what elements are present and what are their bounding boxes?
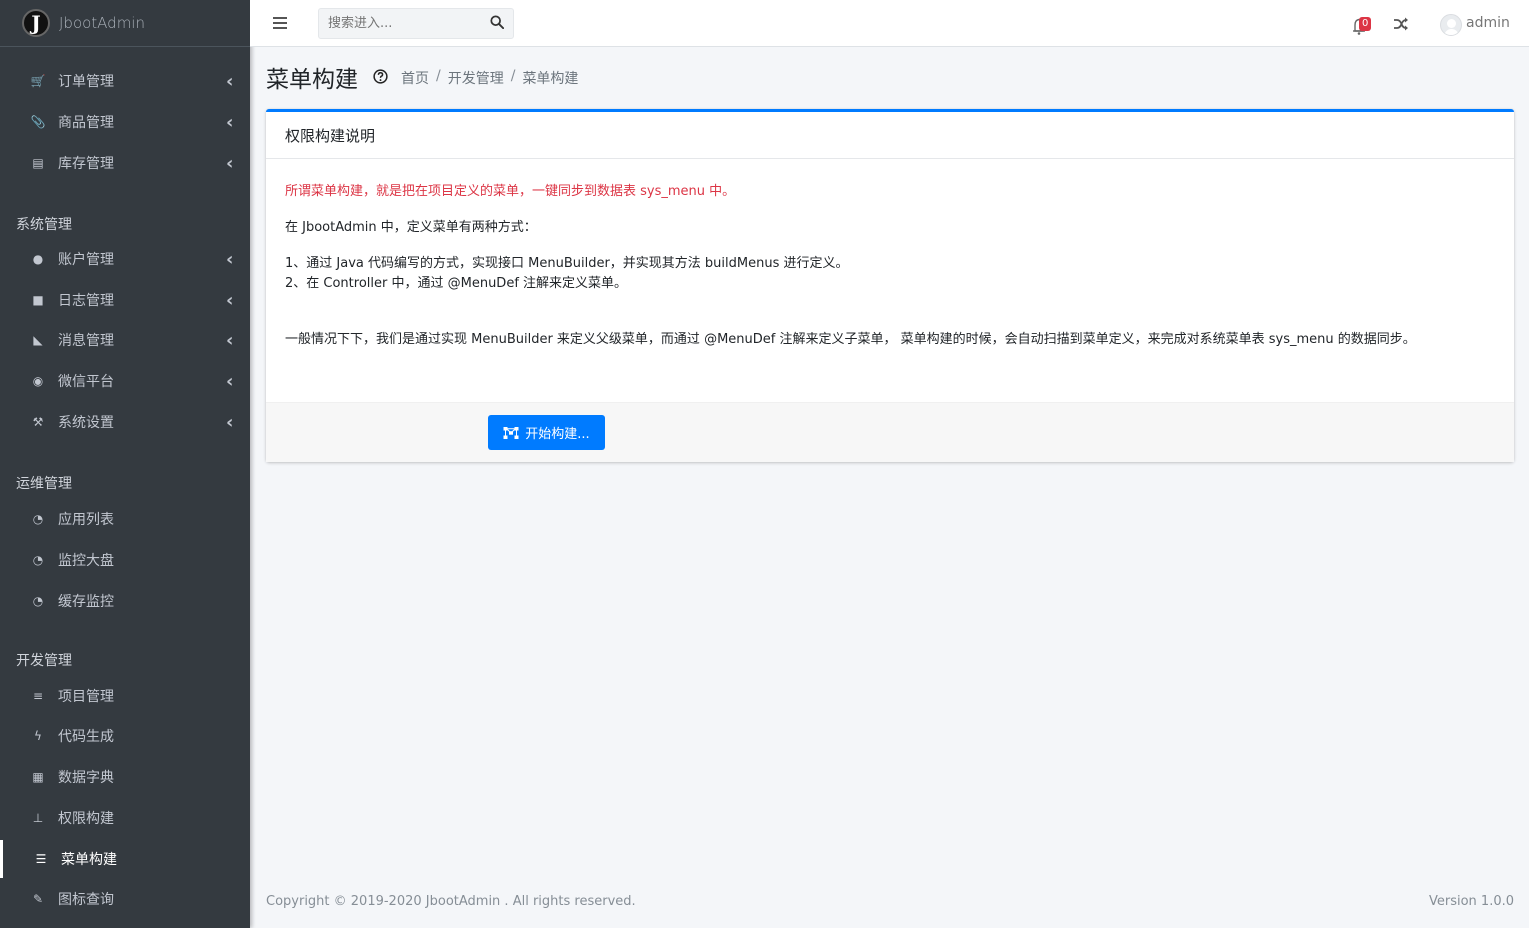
search-input[interactable] bbox=[319, 9, 484, 38]
warehouse-icon: ▤ bbox=[32, 156, 44, 170]
bullhorn-icon: ◣ bbox=[33, 333, 43, 347]
sidebar-item-label: 账户管理 bbox=[58, 252, 114, 268]
chevron-left-icon: ‹ bbox=[226, 289, 234, 311]
sidebar-item-label: 项目管理 bbox=[58, 689, 114, 705]
topbar: 0 admin bbox=[250, 0, 1529, 47]
grid-icon: ▦ bbox=[32, 770, 44, 784]
sidebar-item[interactable]: ☰ 菜单构建 bbox=[0, 840, 250, 878]
user-icon: ● bbox=[32, 252, 44, 266]
card-title: 权限构建说明 bbox=[266, 112, 1514, 159]
sidebar-item[interactable]: ◔ 应用列表 bbox=[0, 500, 250, 538]
sidebar-item[interactable]: ◉ 微信平台 ‹ bbox=[0, 362, 250, 400]
sidebar-item-label: 菜单构建 bbox=[61, 852, 117, 868]
breadcrumb-dev[interactable]: 开发管理 bbox=[448, 68, 504, 88]
database-icon: ≡ bbox=[32, 689, 44, 703]
sidebar-item[interactable]: ≡ 项目管理 bbox=[0, 677, 250, 715]
chevron-left-icon: ‹ bbox=[226, 329, 234, 351]
sidebar-item[interactable]: ✎ 图标查询 bbox=[0, 880, 250, 918]
sidebar: J JbootAdmin 🛒 订单管理 ‹ 📎 商品管理 ‹ ▤ 库存管理 ‹ ● 账户管理 ‹ ■ 日志… bbox=[0, 0, 250, 928]
sidebar-item[interactable]: ϟ 代码生成 bbox=[0, 717, 250, 755]
notification-badge: 0 bbox=[1359, 17, 1372, 31]
sidebar-item[interactable]: ● 账户管理 ‹ bbox=[0, 240, 250, 278]
sidebar-item[interactable]: 🛒 订单管理 ‹ bbox=[0, 62, 250, 100]
summary-text: 一般情况下下，我们是通过实现 MenuBuilder 来定义父级菜单，而通过 @… bbox=[285, 332, 1416, 347]
breadcrumb: 首页 / 开发管理 / 菜单构建 bbox=[401, 68, 578, 88]
bolt-icon: ϟ bbox=[34, 729, 42, 743]
sidebar-item[interactable]: ▦ 数据字典 bbox=[0, 758, 250, 796]
username[interactable]: admin bbox=[1466, 15, 1510, 31]
sidebar-item-label: 代码生成 bbox=[58, 729, 114, 745]
search-box bbox=[318, 8, 514, 39]
book-icon: ■ bbox=[32, 293, 44, 307]
sidebar-item[interactable]: ◔ 缓存监控 bbox=[0, 582, 250, 620]
search-icon[interactable] bbox=[490, 15, 504, 29]
cart-icon: 🛒 bbox=[30, 74, 46, 88]
method-two: 2、在 Controller 中，通过 @MenuDef 注解来定义菜单。 bbox=[285, 276, 628, 291]
methods-intro: 在 JbootAdmin 中，定义菜单有两种方式： bbox=[285, 220, 537, 235]
chevron-left-icon: ‹ bbox=[226, 248, 234, 270]
menu-toggle-icon[interactable] bbox=[273, 17, 287, 32]
sidebar-item[interactable]: 📎 商品管理 ‹ bbox=[0, 103, 250, 141]
sidebar-item-label: 微信平台 bbox=[58, 374, 114, 390]
paperclip-icon: 📎 bbox=[30, 115, 46, 129]
sidebar-item-label: 库存管理 bbox=[58, 156, 114, 172]
intro-text: 所谓菜单构建，就是把在项目定义的菜单，一键同步到数据表 sys_menu 中。 bbox=[285, 184, 736, 199]
list-icon: ☰ bbox=[35, 852, 47, 866]
sidebar-item[interactable]: ◣ 消息管理 ‹ bbox=[0, 321, 250, 359]
brand-logo: J bbox=[22, 9, 50, 37]
chevron-left-icon: ‹ bbox=[226, 111, 234, 133]
sidebar-item-label: 商品管理 bbox=[58, 115, 114, 131]
dashboard-icon: ◔ bbox=[32, 553, 44, 567]
sidebar-item-label: 消息管理 bbox=[58, 333, 114, 349]
shuffle-icon[interactable] bbox=[1393, 16, 1409, 32]
card-body: 所谓菜单构建，就是把在项目定义的菜单，一键同步到数据表 sys_menu 中。 … bbox=[285, 182, 1495, 350]
sidebar-item-label: 订单管理 bbox=[58, 74, 114, 90]
dashboard-icon: ◔ bbox=[32, 512, 44, 526]
help-icon[interactable] bbox=[373, 69, 388, 84]
chevron-left-icon: ‹ bbox=[226, 370, 234, 392]
sidebar-item[interactable]: ◔ 监控大盘 bbox=[0, 541, 250, 579]
brand[interactable]: J JbootAdmin bbox=[0, 0, 250, 47]
start-build-label: 开始构建... bbox=[525, 427, 590, 442]
wechat-icon: ◉ bbox=[32, 374, 44, 388]
sidebar-item-label: 监控大盘 bbox=[58, 553, 114, 569]
breadcrumb-home[interactable]: 首页 bbox=[401, 68, 429, 88]
chevron-left-icon: ‹ bbox=[226, 152, 234, 174]
section-header-dev: 开发管理 bbox=[16, 653, 72, 669]
sidebar-item-label: 系统设置 bbox=[58, 415, 114, 431]
sidebar-item[interactable]: ▤ 库存管理 ‹ bbox=[0, 144, 250, 182]
chevron-left-icon: ‹ bbox=[226, 411, 234, 433]
info-card: 权限构建说明 所谓菜单构建，就是把在项目定义的菜单，一键同步到数据表 sys_m… bbox=[266, 109, 1514, 462]
sidebar-item[interactable]: ■ 日志管理 ‹ bbox=[0, 281, 250, 319]
start-build-button[interactable]: 开始构建... bbox=[488, 415, 605, 450]
breadcrumb-current: 菜单构建 bbox=[522, 71, 579, 87]
dashboard-icon: ◔ bbox=[32, 594, 44, 608]
sitemap-icon bbox=[503, 426, 519, 439]
sidebar-item-label: 图标查询 bbox=[58, 892, 114, 908]
breadcrumb-separator: / bbox=[510, 68, 516, 84]
sidebar-item-label: 缓存监控 bbox=[58, 594, 114, 610]
sidebar-item[interactable]: ⊥ 权限构建 bbox=[0, 799, 250, 837]
section-header-system: 系统管理 bbox=[16, 217, 72, 233]
page-title: 菜单构建 bbox=[266, 67, 358, 93]
breadcrumb-separator: / bbox=[436, 68, 441, 84]
section-header-ops: 运维管理 bbox=[16, 476, 72, 492]
sidebar-item-label: 数据字典 bbox=[58, 770, 114, 786]
copyright: Copyright © 2019-2020 JbootAdmin . All r… bbox=[266, 894, 636, 909]
brand-name: JbootAdmin bbox=[59, 14, 145, 32]
sidebar-item-label: 日志管理 bbox=[58, 293, 114, 309]
sidebar-item-label: 应用列表 bbox=[58, 512, 114, 528]
card-footer: 开始构建... bbox=[266, 402, 1514, 462]
sidebar-item-label: 权限构建 bbox=[58, 811, 114, 827]
method-one: 1、通过 Java 代码编写的方式，实现接口 MenuBuilder，并实现其方… bbox=[285, 256, 849, 271]
version: Version 1.0.0 bbox=[1428, 894, 1514, 909]
sidebar-item[interactable]: ⚒ 系统设置 ‹ bbox=[0, 403, 250, 441]
sitemap-icon: ⊥ bbox=[32, 811, 44, 825]
avatar[interactable] bbox=[1440, 14, 1462, 36]
hammer-icon: ⚒ bbox=[32, 415, 44, 429]
chevron-left-icon: ‹ bbox=[226, 70, 234, 92]
pen-icon: ✎ bbox=[32, 892, 44, 906]
